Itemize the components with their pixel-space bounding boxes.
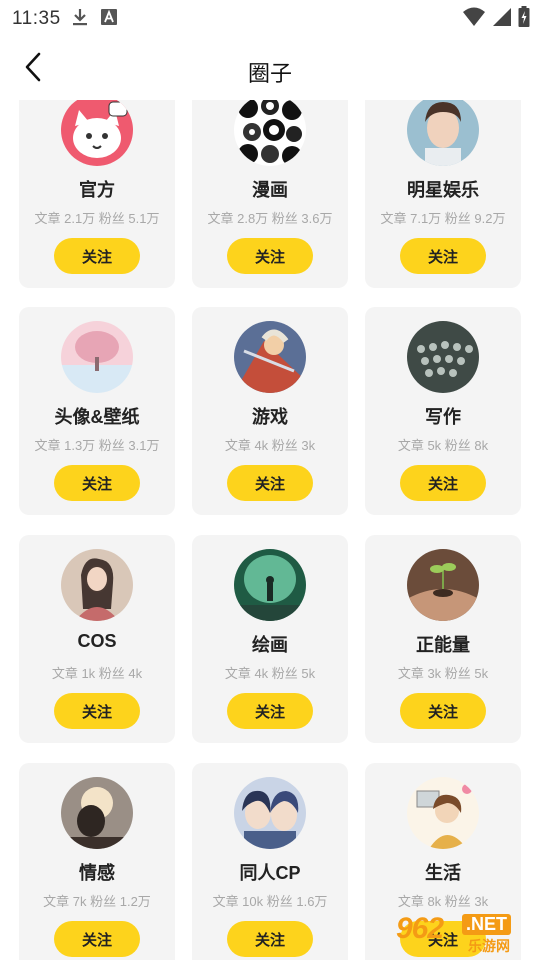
circle-name: 绘画 (252, 635, 288, 655)
circle-stats: 文章 8k 粉丝 3k (397, 894, 489, 909)
circle-avatar (407, 321, 479, 393)
watermark-site: 乐游网 (468, 938, 510, 954)
follow-button[interactable]: 关注 (400, 465, 486, 501)
follow-button[interactable]: 关注 (400, 693, 486, 729)
follow-button[interactable]: 关注 (54, 465, 140, 501)
circle-card[interactable]: 绘画 文章 4k 粉丝 5k 关注 (192, 535, 348, 743)
circle-stats: 文章 4k 粉丝 3k (224, 438, 316, 453)
circle-name: 写作 (425, 407, 461, 427)
follow-button[interactable]: 关注 (54, 921, 140, 957)
circle-avatar (61, 549, 133, 621)
follow-button[interactable]: 关注 (54, 693, 140, 729)
circle-name: 游戏 (252, 407, 288, 427)
circle-name: 官方 (79, 180, 115, 200)
circle-card[interactable]: 官方 文章 2.1万 粉丝 5.1万 关注 (19, 100, 175, 288)
follow-button[interactable]: 关注 (227, 238, 313, 274)
circle-stats: 文章 7k 粉丝 1.2万 (43, 894, 151, 909)
watermark-net: .NET (462, 914, 512, 935)
font-icon (100, 8, 117, 30)
circle-name: 漫画 (252, 180, 288, 200)
circle-card[interactable]: 情感 文章 7k 粉丝 1.2万 关注 (19, 763, 175, 960)
follow-button[interactable]: 关注 (227, 693, 313, 729)
circle-stats: 文章 10k 粉丝 1.6万 (212, 894, 328, 909)
circle-name: 生活 (425, 863, 461, 883)
circle-card[interactable]: 漫画 文章 2.8万 粉丝 3.6万 关注 (192, 100, 348, 288)
circle-avatar (407, 777, 479, 849)
circle-card[interactable]: 正能量 文章 3k 粉丝 5k 关注 (365, 535, 521, 743)
status-bar: 11:35 (0, 0, 540, 38)
circle-card[interactable]: 明星娱乐 文章 7.1万 粉丝 9.2万 关注 (365, 100, 521, 288)
circle-avatar (234, 777, 306, 849)
circle-card[interactable]: 同人CP 文章 10k 粉丝 1.6万 关注 (192, 763, 348, 960)
watermark-number: 962 (396, 912, 444, 945)
nav-bar: 圈子 (0, 38, 540, 100)
circle-avatar (61, 321, 133, 393)
circle-stats: 文章 3k 粉丝 5k (397, 666, 489, 681)
page-title: 圈子 (247, 61, 292, 86)
circle-avatar (407, 549, 479, 621)
circle-stats: 文章 7.1万 粉丝 9.2万 (380, 211, 506, 226)
download-icon (71, 7, 89, 32)
circle-name: 同人CP (239, 863, 301, 883)
circle-stats: 文章 2.8万 粉丝 3.6万 (207, 211, 333, 226)
circle-name: 头像&壁纸 (54, 407, 140, 427)
circle-avatar (234, 100, 306, 166)
circle-name: 情感 (79, 863, 115, 883)
circle-name: 正能量 (416, 635, 470, 655)
circle-avatar (234, 549, 306, 621)
circle-avatar (61, 777, 133, 849)
circle-stats: 文章 2.1万 粉丝 5.1万 (34, 211, 160, 226)
circle-stats: 文章 4k 粉丝 5k (224, 666, 316, 681)
circle-avatar (407, 100, 479, 166)
circle-card[interactable]: 游戏 文章 4k 粉丝 3k 关注 (192, 307, 348, 515)
circle-avatar (234, 321, 306, 393)
battery-icon (518, 6, 530, 33)
circle-card[interactable]: 写作 文章 5k 粉丝 8k 关注 (365, 307, 521, 515)
circle-card[interactable]: COS 文章 1k 粉丝 4k 关注 (19, 535, 175, 743)
follow-button[interactable]: 关注 (400, 238, 486, 274)
circle-stats: 文章 5k 粉丝 8k (397, 438, 489, 453)
circle-card[interactable]: 头像&壁纸 文章 1.3万 粉丝 3.1万 关注 (19, 307, 175, 515)
status-time: 11:35 (12, 8, 61, 29)
circle-stats: 文章 1.3万 粉丝 3.1万 (34, 438, 160, 453)
signal-icon (492, 6, 512, 33)
follow-button[interactable]: 关注 (54, 238, 140, 274)
follow-button[interactable]: 关注 (227, 921, 313, 957)
wifi-icon (462, 6, 486, 33)
circle-grid: 官方 文章 2.1万 粉丝 5.1万 关注 漫画 文章 2.8万 粉丝 3.6万… (0, 100, 540, 960)
circle-name: 明星娱乐 (407, 180, 479, 200)
circle-name: COS (77, 631, 117, 651)
watermark-logo: 962 .NET 乐游网 (396, 912, 534, 958)
circle-avatar (61, 100, 133, 166)
follow-button[interactable]: 关注 (227, 465, 313, 501)
circle-stats: 文章 1k 粉丝 4k (51, 666, 143, 681)
